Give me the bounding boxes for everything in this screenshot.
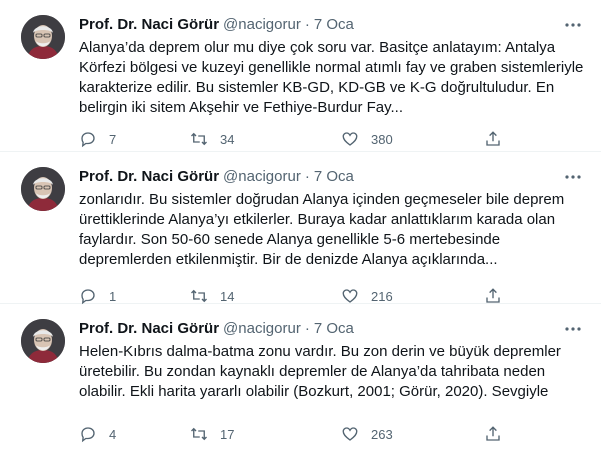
tweet-actions: 7 34 380 xyxy=(79,128,519,150)
share-button[interactable] xyxy=(484,128,502,150)
like-button[interactable]: 216 xyxy=(341,285,393,307)
tweet-text-line: olabilir. Ekli harita yararlı olabilir (… xyxy=(79,383,549,400)
reply-icon xyxy=(81,132,95,148)
tweet-date[interactable]: 7 Oca xyxy=(314,320,354,337)
reply-button[interactable]: 7 xyxy=(79,128,116,150)
tweet-header: Prof. Dr. Naci Görür @nacigorur · 7 Oca xyxy=(79,319,354,339)
tweet-text-line: depremlerden etkilenmiştir. Bir de deniz… xyxy=(79,251,498,268)
like-button[interactable]: 380 xyxy=(341,128,393,150)
author-name[interactable]: Prof. Dr. Naci Görür xyxy=(79,168,219,185)
retweet-button[interactable]: 14 xyxy=(190,285,234,307)
retweet-count: 17 xyxy=(220,426,235,442)
reply-count: 4 xyxy=(109,426,117,442)
author-name[interactable]: Prof. Dr. Naci Görür xyxy=(79,16,219,33)
tweet-text-line: zonlarıdır. Bu sistemler doğrudan Alanya… xyxy=(79,191,565,208)
tweet[interactable]: Prof. Dr. Naci Görür @nacigorur · 7 Oca zon… xyxy=(0,152,601,304)
like-count: 380 xyxy=(371,131,393,147)
like-count: 263 xyxy=(371,426,393,442)
retweet-button[interactable]: 17 xyxy=(190,423,234,445)
heart-icon xyxy=(342,427,358,441)
author-handle[interactable]: @nacigorur xyxy=(223,320,301,337)
retweet-icon xyxy=(191,132,207,146)
retweet-icon xyxy=(191,427,207,441)
separator-dot: · xyxy=(304,16,310,33)
reply-count: 7 xyxy=(109,131,117,147)
author-name[interactable]: Prof. Dr. Naci Görür xyxy=(79,320,219,337)
author-handle[interactable]: @nacigorur xyxy=(223,168,301,185)
separator-dot: · xyxy=(304,168,310,185)
tweet-text: zonlarıdır. Bu sistemler doğrudan Alanya… xyxy=(79,190,585,270)
retweet-count: 14 xyxy=(220,288,235,304)
reply-count: 1 xyxy=(109,288,117,304)
tweet-text-line: karakterize edilir. Bu sistemler KB-GD, … xyxy=(79,79,555,96)
heart-icon xyxy=(342,132,358,146)
share-button[interactable] xyxy=(484,285,502,307)
reply-icon xyxy=(81,289,95,305)
tweet-header: Prof. Dr. Naci Görür @nacigorur · 7 Oca xyxy=(79,15,354,35)
like-count: 216 xyxy=(371,288,393,304)
avatar[interactable] xyxy=(21,319,65,363)
tweet-actions: 4 17 263 xyxy=(79,423,519,445)
retweet-button[interactable]: 34 xyxy=(190,128,234,150)
tweet-thread: Prof. Dr. Naci Görür @nacigorur · 7 Oca Ala… xyxy=(0,0,601,455)
tweet-text-line: üretebilir. Bu zondan kaynaklı depremler… xyxy=(79,363,546,380)
more-dots-icon[interactable] xyxy=(562,318,584,340)
reply-button[interactable]: 1 xyxy=(79,285,116,307)
heart-icon xyxy=(342,289,358,303)
tweet-text-line: Helen-Kıbrıs dalma-batma zonu vardır. Bu… xyxy=(79,343,561,360)
like-button[interactable]: 263 xyxy=(341,423,393,445)
reply-icon xyxy=(81,427,95,443)
retweet-count: 34 xyxy=(220,131,235,147)
tweet-text: Helen-Kıbrıs dalma-batma zonu vardır. Bu… xyxy=(79,342,585,402)
avatar[interactable] xyxy=(21,167,65,211)
share-icon xyxy=(486,426,500,441)
retweet-icon xyxy=(191,289,207,303)
reply-button[interactable]: 4 xyxy=(79,423,116,445)
more-dots-icon[interactable] xyxy=(562,166,584,188)
tweet-text-line: faylardır. Son 50-60 senede Alanya genel… xyxy=(79,231,501,248)
share-icon xyxy=(486,288,500,303)
tweet-text-line: belirgin iki sitem Akşehir ve Fethiye-Bu… xyxy=(79,99,404,116)
tweet-header: Prof. Dr. Naci Görür @nacigorur · 7 Oca xyxy=(79,167,354,187)
tweet-date[interactable]: 7 Oca xyxy=(314,168,354,185)
tweet-actions: 1 14 216 xyxy=(79,285,519,307)
tweet-text-line: Alanya’da deprem olur mu diye çok soru v… xyxy=(79,39,556,56)
separator-dot: · xyxy=(304,320,310,337)
tweet-text-line: Körfezi bölgesi ve kuzeyi genellikle nor… xyxy=(79,59,584,76)
tweet-text-line: ürettiklerinde Alanya’yı etkilerler. Bur… xyxy=(79,211,556,228)
tweet-date[interactable]: 7 Oca xyxy=(314,16,354,33)
more-dots-icon[interactable] xyxy=(562,14,584,36)
avatar[interactable] xyxy=(21,15,65,59)
share-icon xyxy=(486,131,500,146)
share-button[interactable] xyxy=(484,423,502,445)
tweet-text: Alanya’da deprem olur mu diye çok soru v… xyxy=(79,38,585,118)
author-handle[interactable]: @nacigorur xyxy=(223,16,301,33)
